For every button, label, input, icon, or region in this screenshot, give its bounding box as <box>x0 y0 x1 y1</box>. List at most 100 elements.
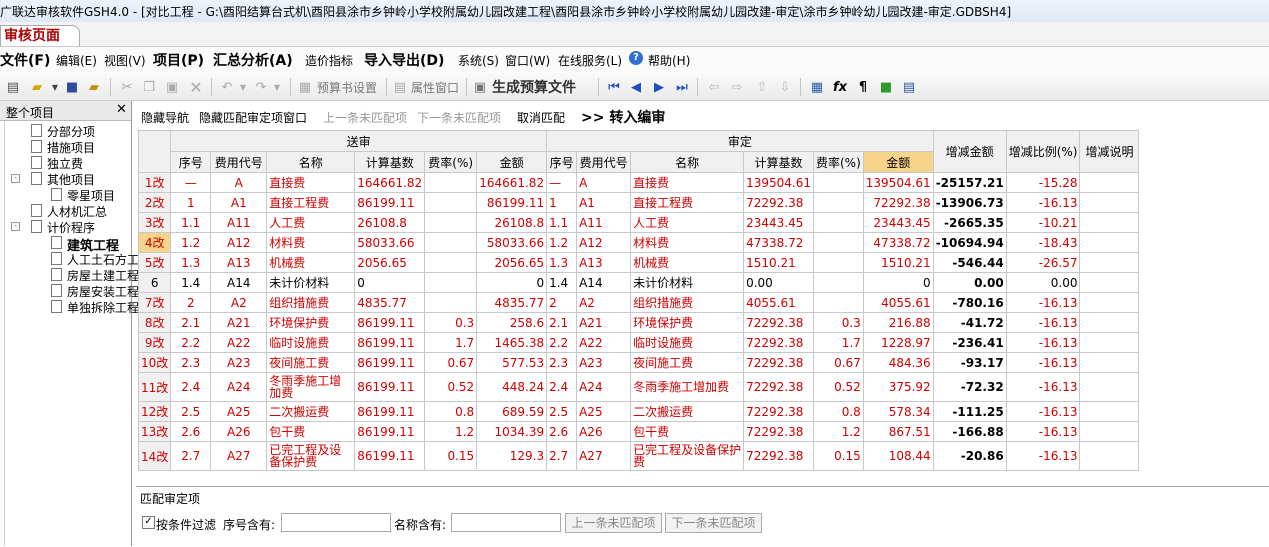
column-header[interactable]: 增减金额 <box>932 130 1007 173</box>
table-cell[interactable]: 86199.11 <box>354 421 426 442</box>
table-cell[interactable]: A26 <box>210 421 268 442</box>
table-cell[interactable]: 临时设施费 <box>266 332 356 353</box>
tree-item[interactable]: 房屋土建工程 <box>67 267 139 284</box>
prev-record-icon[interactable]: ◀ <box>627 78 645 96</box>
table-cell[interactable] <box>813 192 864 213</box>
table-cell[interactable]: 2056.65 <box>354 252 426 273</box>
menu-system[interactable]: 系统(S) <box>458 52 499 69</box>
table-cell[interactable]: 冬雨季施工增加费 <box>266 372 356 402</box>
table-cell[interactable]: 1.1 <box>170 212 212 233</box>
table-cell[interactable]: -41.72 <box>932 312 1007 333</box>
table-cell[interactable]: 72292.38 <box>743 352 814 373</box>
table-cell[interactable]: -72.32 <box>932 372 1007 402</box>
row-number-cell[interactable]: 2改 <box>138 192 172 213</box>
table-cell[interactable]: 86199.11 <box>476 192 548 213</box>
table-cell[interactable]: A22 <box>210 332 268 353</box>
paragraph-icon[interactable]: ¶ <box>854 78 872 96</box>
table-cell[interactable]: 0.00 <box>743 272 814 293</box>
row-number-cell[interactable]: 13改 <box>138 421 172 442</box>
hide-match-window-button[interactable]: 隐藏匹配审定项窗口 <box>199 109 307 126</box>
table-cell[interactable]: 0.3 <box>813 312 864 333</box>
table-cell[interactable]: 0.00 <box>932 272 1007 293</box>
tree-item[interactable]: 措施项目 <box>47 139 95 156</box>
table-cell[interactable]: 375.92 <box>862 372 934 402</box>
column-header[interactable]: 费率(%) <box>424 151 478 173</box>
table-cell[interactable]: A11 <box>576 212 632 233</box>
table-cell[interactable]: 2.5 <box>546 401 578 422</box>
table-row[interactable]: 7改 2 A2 组织措施费 4835.77 4835.77 2 A2 组织措施费 4055.61 4… <box>138 292 1140 313</box>
table-cell[interactable]: 1.1 <box>546 212 578 233</box>
table-cell[interactable]: 临时设施费 <box>630 332 745 353</box>
cube-icon[interactable]: ■ <box>877 78 895 96</box>
row-number-cell[interactable]: 11改 <box>138 372 172 402</box>
table-cell[interactable]: 0.15 <box>813 441 864 471</box>
table-cell[interactable]: A25 <box>576 401 632 422</box>
table-cell[interactable]: 4055.61 <box>743 292 814 313</box>
formula-fx-icon[interactable]: fx <box>831 78 849 96</box>
menu-summary-analysis[interactable]: 汇总分析(A) <box>213 50 293 70</box>
table-row[interactable]: 10改 2.3 A23 夜间施工费 86199.11 0.67 577.53 2.3 A23 夜间… <box>138 352 1140 373</box>
tree-item[interactable]: 人材机汇总 <box>47 203 107 220</box>
tree-item[interactable]: 分部分项 <box>47 123 95 140</box>
table-row[interactable]: 8改 2.1 A21 环境保护费 86199.11 0.3 258.6 2.1 A21 环境保护费… <box>138 312 1140 333</box>
copy-icon[interactable]: ❐ <box>140 78 158 96</box>
move-right-icon[interactable]: ⇨ <box>728 78 746 96</box>
tree-item[interactable]: 房屋安装工程 <box>67 283 139 300</box>
table-cell[interactable]: 108.44 <box>862 441 934 471</box>
table-cell[interactable]: 直接工程费 <box>630 192 745 213</box>
table-row[interactable]: 1改 — A 直接费 164661.82 164661.82— A 直接费 139504.61 1… <box>138 172 1140 193</box>
table-cell[interactable]: 86199.11 <box>354 441 426 471</box>
row-number-cell[interactable]: 12改 <box>138 401 172 422</box>
table-cell[interactable]: 组织措施费 <box>266 292 356 313</box>
table-cell[interactable]: 1 <box>546 192 578 213</box>
table-cell[interactable]: A11 <box>210 212 268 233</box>
table-cell[interactable] <box>813 212 864 233</box>
table-cell[interactable]: 689.59 <box>476 401 548 422</box>
table-cell[interactable]: 58033.66 <box>476 232 548 253</box>
table-cell[interactable]: 材料费 <box>266 232 356 253</box>
column-header[interactable]: 增减说明 <box>1079 130 1140 173</box>
table-cell[interactable]: 86199.11 <box>354 352 426 373</box>
table-cell[interactable]: 0.8 <box>813 401 864 422</box>
name-contains-input[interactable] <box>451 513 561 532</box>
row-number-cell[interactable]: 1改 <box>138 172 172 193</box>
table-cell[interactable]: 58033.66 <box>354 232 426 253</box>
column-header[interactable]: 费用代号 <box>210 151 268 173</box>
column-header[interactable]: 计算基数 <box>743 151 814 173</box>
move-down-icon[interactable]: ⇩ <box>776 78 794 96</box>
open-folder-icon[interactable]: ▰ <box>28 78 46 96</box>
table-cell[interactable]: 未计价材料 <box>266 272 356 293</box>
table-cell[interactable]: A24 <box>576 372 632 402</box>
table-cell[interactable] <box>1079 232 1140 253</box>
table-cell[interactable]: -16.13 <box>1005 441 1081 471</box>
table-cell[interactable]: 867.51 <box>862 421 934 442</box>
menu-import-export[interactable]: 导入导出(D) <box>364 50 444 70</box>
table-cell[interactable]: 已完工程及设备保护费 <box>266 441 356 471</box>
tree-item[interactable]: 单独拆除工程 <box>67 299 139 316</box>
table-cell[interactable] <box>1079 292 1140 313</box>
table-cell[interactable]: 72292.38 <box>743 401 814 422</box>
table-cell[interactable]: 4835.77 <box>476 292 548 313</box>
menu-window[interactable]: 窗口(W) <box>505 52 550 69</box>
table-cell[interactable]: 2.3 <box>546 352 578 373</box>
table-row[interactable]: 3改 1.1 A11 人工费 26108.8 26108.8 1.1 A11 人工费 23443.… <box>138 212 1140 233</box>
table-cell[interactable]: 夜间施工费 <box>630 352 745 373</box>
tree-item[interactable]: 人工土石方工 <box>67 251 139 268</box>
table-cell[interactable]: 0.00 <box>1005 272 1081 293</box>
cut-icon[interactable]: ✂ <box>118 78 136 96</box>
table-cell[interactable]: A23 <box>576 352 632 373</box>
table-cell[interactable]: 0.67 <box>424 352 478 373</box>
table-cell[interactable]: 1510.21 <box>862 252 934 273</box>
save-icon[interactable]: ■ <box>63 78 81 96</box>
table-cell[interactable]: A2 <box>210 292 268 313</box>
paste-icon[interactable]: ▣ <box>163 78 181 96</box>
table-cell[interactable]: 2.1 <box>170 312 212 333</box>
table-cell[interactable]: 72292.38 <box>743 421 814 442</box>
table-cell[interactable]: -16.13 <box>1005 421 1081 442</box>
delete-icon[interactable]: ✕ <box>187 78 205 97</box>
collapse-icon[interactable]: - <box>11 222 20 231</box>
table-cell[interactable]: 直接工程费 <box>266 192 356 213</box>
table-cell[interactable] <box>1079 441 1140 471</box>
column-header[interactable]: 计算基数 <box>354 151 426 173</box>
column-header[interactable]: 序号 <box>546 151 578 173</box>
